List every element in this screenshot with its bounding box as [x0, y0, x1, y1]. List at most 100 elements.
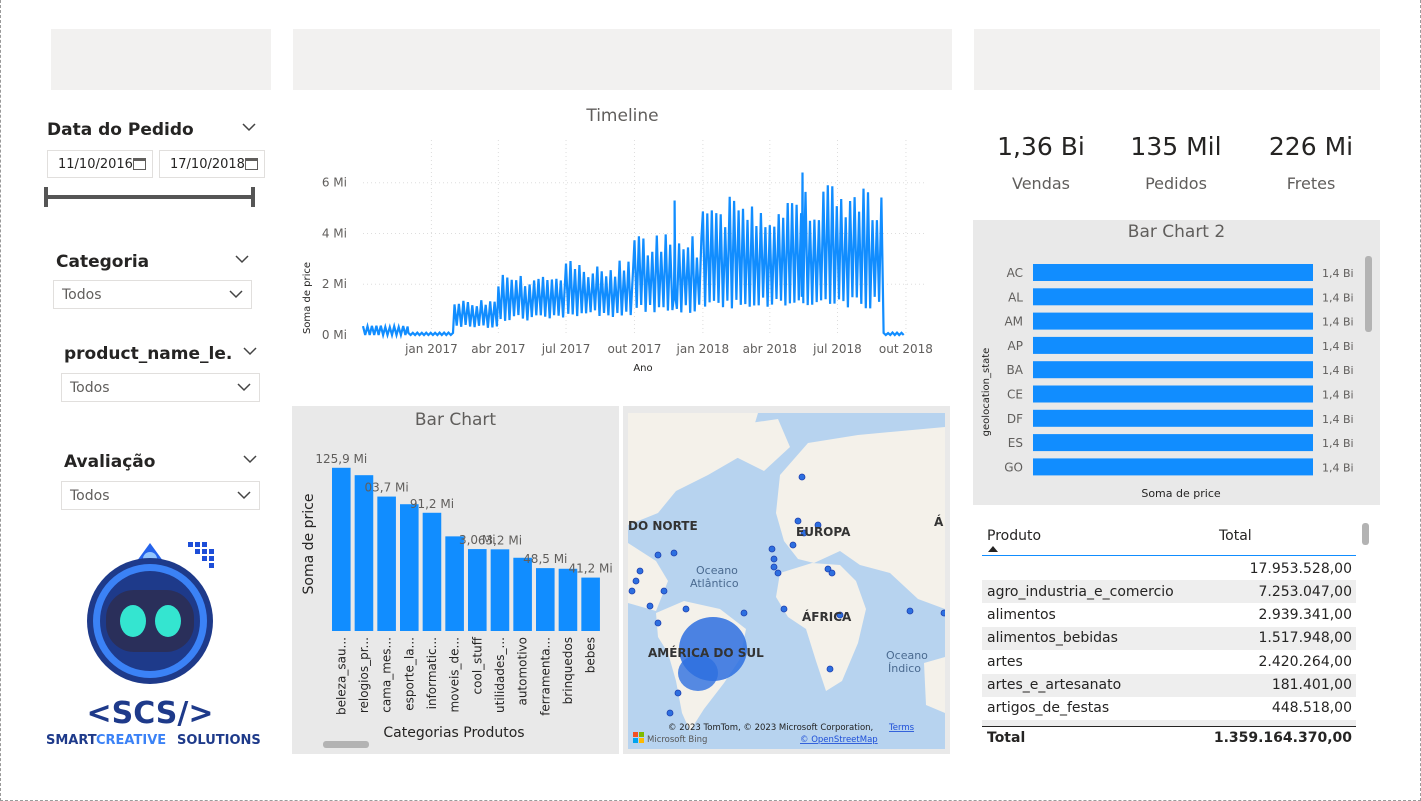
map-terms-link: Terms — [888, 723, 915, 733]
chevron-down-icon[interactable] — [243, 347, 257, 356]
bar-chart-bar — [513, 557, 532, 631]
timeline-y-axis-label: Soma de price — [302, 262, 313, 334]
bar-chart-2-bar — [1033, 385, 1313, 403]
bar-chart-2-bar — [1033, 312, 1313, 330]
world-map[interactable]: DO NORTE EUROPA Oceano Atlântico ÁFRICA … — [628, 413, 945, 749]
table-row[interactable]: artes 2.420.264,00 — [982, 650, 1356, 673]
category-slicer-title: Categoria — [56, 252, 150, 272]
table-header-total[interactable]: Total — [1219, 528, 1252, 544]
sort-ascending-icon[interactable] — [988, 546, 998, 552]
bar-chart-value-label: 63,2 Mi — [478, 533, 522, 547]
bar-chart-2[interactable]: Bar Chart 2 geolocation_state Soma de pr… — [973, 220, 1380, 505]
bar-chart-bar — [558, 568, 578, 631]
table-cell-total: 448.518,00 — [1271, 700, 1352, 717]
map-label-indian-2: Índico — [888, 662, 921, 675]
bar-chart-category-label: esporte_la... — [402, 637, 416, 711]
bar-chart-2-bar — [1033, 361, 1313, 379]
bar-chart-2-scrollbar[interactable] — [1365, 256, 1372, 332]
table-cell-product: agro_industria_e_comercio — [987, 583, 1174, 600]
table-row[interactable]: artigos_de_festas 448.518,00 — [982, 697, 1356, 720]
bar-chart-category-label: bebes — [584, 637, 598, 673]
category-dropdown[interactable]: Todos — [53, 280, 252, 309]
rating-slicer: Avaliação Todos — [61, 448, 266, 512]
calendar-icon[interactable] — [245, 158, 258, 170]
bar-chart-2-value-label: 1,4 Bi — [1322, 316, 1354, 329]
header-placeholder-right — [974, 29, 1380, 90]
bar-chart-2-value-label: 1,4 Bi — [1322, 340, 1354, 353]
bar-chart-value-label: 41,2 Mi — [569, 562, 613, 576]
bar-chart-bar — [422, 512, 442, 631]
bar-chart-value-label: 125,9 Mi — [315, 452, 367, 466]
date-range-slider[interactable] — [45, 195, 255, 199]
chevron-down-icon[interactable] — [243, 455, 257, 464]
table-row[interactable]: 17.953.528,00 — [982, 557, 1356, 580]
timeline-y-tick: 6 Mi — [322, 176, 347, 190]
kpi-orders-value: 135 Mil — [1130, 132, 1222, 161]
bar-chart-2-value-label: 1,4 Bi — [1322, 413, 1354, 426]
bar-chart-2-bar — [1033, 458, 1313, 476]
slider-start-handle[interactable] — [44, 187, 48, 207]
bar-chart-category-label: relogios_pr... — [357, 637, 371, 713]
bar-chart-2-category-label: AL — [1008, 290, 1023, 304]
timeline-x-tick: out 2018 — [879, 342, 933, 356]
chevron-down-icon[interactable] — [235, 255, 249, 264]
rating-dropdown[interactable]: Todos — [61, 481, 260, 510]
bar-chart-plot: Soma de price Categorias Produtos beleza… — [301, 452, 613, 741]
bar-chart-category-label: cama_mes... — [380, 637, 394, 713]
bar-chart-2-category-label: AC — [1007, 266, 1023, 280]
map-osm-link: © OpenStreetMap — [800, 735, 878, 745]
table-scrollbar[interactable] — [1362, 523, 1369, 545]
timeline-x-tick: jul 2018 — [812, 342, 862, 356]
header-divider — [982, 555, 1356, 556]
bar-chart-2-category-label: CE — [1007, 388, 1023, 402]
header-placeholder-center — [293, 29, 952, 90]
kpi-cards: 1,36 Bi Vendas 135 Mil Pedidos 226 Mi Fr… — [974, 130, 1380, 200]
bar-chart-scrollbar[interactable] — [323, 741, 369, 748]
chevron-down-icon[interactable] — [242, 123, 256, 132]
table-row[interactable]: alimentos 2.939.341,00 — [982, 604, 1356, 627]
bar-chart-bar — [400, 504, 419, 631]
table-cell-total: 1.517.948,00 — [1258, 630, 1352, 647]
start-date-input[interactable]: 11/10/2016 — [47, 150, 153, 178]
bar-chart-2-category-label: BA — [1007, 363, 1024, 377]
kpi-sales-value: 1,36 Bi — [997, 132, 1085, 161]
timeline-x-tick: jul 2017 — [541, 342, 591, 356]
timeline-chart[interactable]: Timeline 0 Mi 2 Mi 4 Mi 6 Mi jan 2017 abr 20… — [293, 100, 952, 385]
end-date-input[interactable]: 17/10/2018 — [159, 150, 265, 178]
table-row[interactable]: agro_industria_e_comercio 7.253.047,00 — [982, 580, 1356, 604]
calendar-icon[interactable] — [133, 158, 146, 170]
table-row[interactable]: alimentos_bebidas 1.517.948,00 — [982, 626, 1356, 650]
map-label-north-america: DO NORTE — [628, 519, 698, 533]
bar-chart-value-label: 91,2 Mi — [410, 497, 454, 511]
timeline-series-line — [361, 172, 905, 340]
bar-chart-category-label: informatic... — [425, 637, 439, 709]
slider-end-handle[interactable] — [251, 187, 255, 207]
bar-chart-bar — [445, 536, 464, 631]
kpi-orders-label: Pedidos — [1145, 174, 1207, 193]
total-divider — [982, 726, 1356, 727]
timeline-x-tick: abr 2018 — [743, 342, 797, 356]
map-label-atlantic-1: Oceano — [696, 564, 738, 577]
table-cell-total: 7.253.047,00 — [1258, 583, 1352, 600]
product-table[interactable]: Produto Total 17.953.528,00 agro_industri… — [982, 520, 1380, 752]
svg-text:SOLUTIONS: SOLUTIONS — [177, 733, 261, 748]
bar-chart[interactable]: Bar Chart Soma de price Categorias Produ… — [292, 406, 619, 754]
bar-chart-2-bar — [1033, 288, 1313, 306]
product-dropdown[interactable]: Todos — [61, 373, 260, 402]
bar-chart-x-axis-label: Categorias Produtos — [383, 725, 524, 741]
table-cell-total: 181.401,00 — [1271, 677, 1352, 693]
bar-chart-category-label: brinquedos — [561, 637, 575, 704]
kpi-freight-label: Fretes — [1286, 174, 1336, 193]
map-visual[interactable]: DO NORTE EUROPA Oceano Atlântico ÁFRICA … — [623, 406, 950, 754]
map-label-atlantic-2: Atlântico — [690, 577, 739, 590]
bar-chart-2-value-label: 1,4 Bi — [1322, 364, 1354, 377]
chevron-down-icon — [229, 290, 243, 299]
table-row[interactable]: artes_e_artesanato 181.401,00 — [982, 673, 1356, 697]
bar-chart-2-category-label: GO — [1004, 460, 1023, 474]
bar-chart-2-value-label: 1,4 Bi — [1322, 389, 1354, 402]
bar-chart-category-label: ferramenta... — [538, 637, 552, 716]
table-cell-product: alimentos — [987, 607, 1056, 624]
robot-logo-icon: <SCS/> SMART CREATIVE SOLUTIONS — [46, 542, 261, 748]
date-slicer-title: Data do Pedido — [47, 120, 194, 140]
table-header-product[interactable]: Produto — [987, 528, 1041, 544]
